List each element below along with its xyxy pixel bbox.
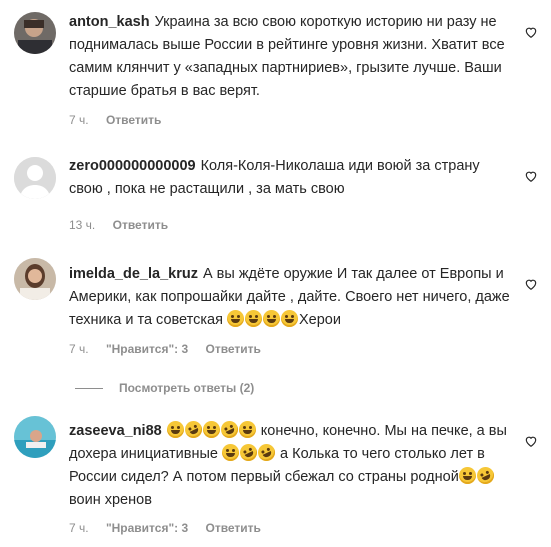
laughing-emoji-icon	[238, 421, 256, 438]
avatar[interactable]	[14, 258, 56, 300]
comment-username[interactable]: imelda_de_la_kruz	[69, 266, 198, 282]
likes-count[interactable]: "Нравится": 3	[106, 342, 188, 356]
rofl-emoji-icon	[237, 441, 260, 464]
rofl-emoji-icon	[474, 464, 497, 487]
comment-time[interactable]: 7 ч.	[69, 521, 89, 535]
view-replies-label[interactable]: Посмотреть ответы (2)	[119, 381, 254, 395]
likes-count[interactable]: "Нравится": 3	[106, 521, 188, 535]
heart-outline-icon[interactable]	[524, 277, 538, 291]
avatar[interactable]	[14, 416, 56, 458]
comment-meta: 13 ч. Ответить	[69, 218, 182, 232]
comment-time[interactable]: 7 ч.	[69, 113, 89, 127]
comment-text-tail: Херои	[298, 312, 341, 328]
comment-meta: 7 ч. Ответить	[69, 113, 175, 127]
heart-outline-icon[interactable]	[524, 169, 538, 183]
comment-username[interactable]: zaseeva_ni88	[69, 423, 162, 439]
heart-outline-icon[interactable]	[524, 25, 538, 39]
comment-time[interactable]: 7 ч.	[69, 342, 89, 356]
laughing-emoji-icon	[262, 310, 280, 327]
reply-button[interactable]: Ответить	[205, 342, 260, 356]
rofl-emoji-icon	[255, 441, 278, 464]
laughing-emoji-icon	[202, 421, 220, 438]
comment-time[interactable]: 13 ч.	[69, 218, 95, 232]
heart-outline-icon[interactable]	[524, 434, 538, 448]
reply-button[interactable]: Ответить	[205, 521, 260, 535]
comment-body: zaseeva_ni88 конечно, конечно. Мы на печ…	[69, 418, 514, 512]
rofl-emoji-icon	[217, 418, 241, 441]
laughing-emoji-icon	[222, 444, 239, 461]
comment-text-3: воин хренов	[69, 492, 152, 508]
reply-button[interactable]: Ответить	[113, 218, 168, 232]
laughing-emoji-icon	[166, 421, 184, 438]
laughing-emoji-icon	[458, 467, 476, 484]
comment-body: zero000000000009 Коля-Коля-Николаша иди в…	[69, 155, 514, 201]
comment-username[interactable]: anton_kash	[69, 14, 150, 30]
comment-body: imelda_de_la_kruz А вы ждёте оружие И так…	[69, 263, 514, 332]
laughing-emoji-icon	[226, 310, 244, 327]
comment-username[interactable]: zero000000000009	[69, 158, 196, 174]
reply-button[interactable]: Ответить	[106, 113, 161, 127]
divider-line	[75, 388, 103, 390]
comment-meta: 7 ч. "Нравится": 3 Ответить	[69, 521, 275, 535]
laughing-emoji-icon	[280, 310, 298, 327]
avatar[interactable]	[14, 157, 56, 199]
rofl-emoji-icon	[181, 418, 205, 441]
comment-body: anton_kash Украина за всю свою короткую и…	[69, 11, 514, 103]
comment-meta: 7 ч. "Нравится": 3 Ответить	[69, 342, 275, 356]
view-replies-button[interactable]: Посмотреть ответы (2)	[75, 381, 254, 395]
laughing-emoji-icon	[244, 310, 262, 327]
avatar[interactable]	[14, 12, 56, 54]
